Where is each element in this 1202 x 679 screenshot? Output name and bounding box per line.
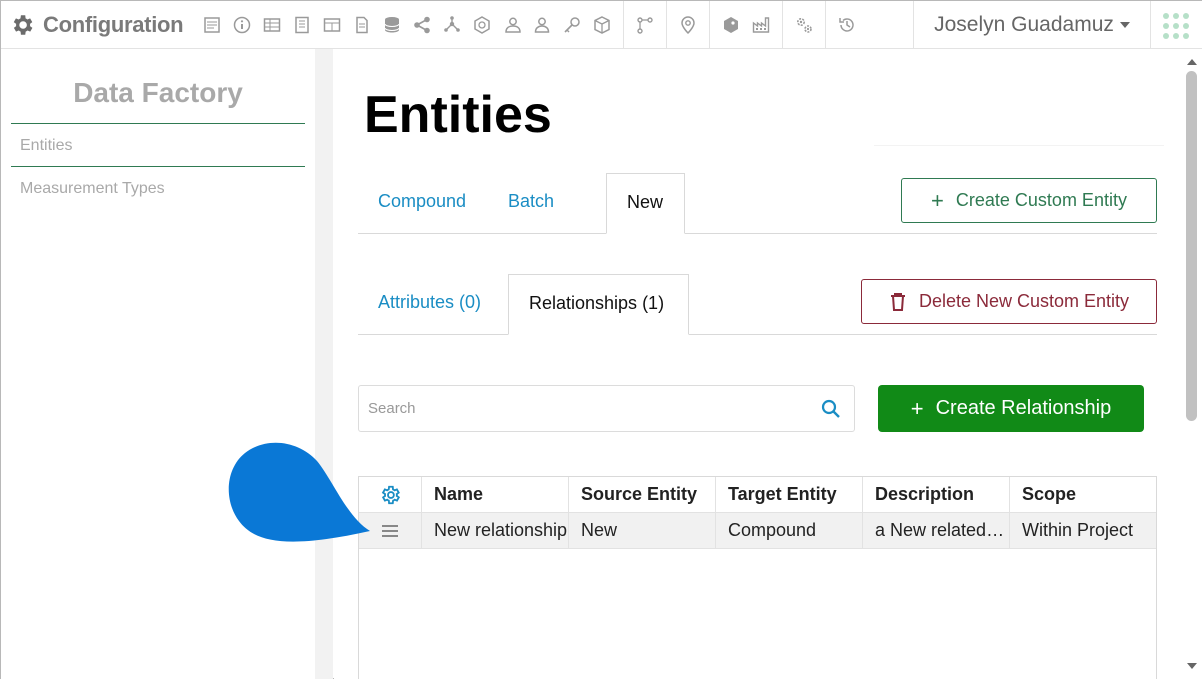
table-icon[interactable] [257, 10, 287, 40]
cube-icon[interactable] [587, 10, 617, 40]
plus-icon: + [931, 187, 944, 213]
toolbar [197, 0, 862, 49]
caret-down-icon [1119, 22, 1130, 28]
scroll-down-arrow[interactable] [1187, 663, 1197, 669]
sidebar-divider [315, 49, 333, 679]
search-input[interactable] [359, 386, 809, 431]
cell-scope: Within Project [1022, 520, 1134, 540]
table-header-row: Name Source Entity Target Entity Descrip… [359, 477, 1156, 513]
trash-icon [890, 292, 905, 311]
column-header-description[interactable]: Description [863, 477, 1010, 512]
app-title: Configuration [43, 11, 184, 37]
column-header-scope[interactable]: Scope [1010, 477, 1156, 512]
tab-attributes[interactable]: Attributes (0) [358, 274, 501, 335]
toolbar-separator [623, 0, 625, 49]
divider [874, 145, 1164, 146]
create-relationship-label: Create Relationship [935, 397, 1112, 419]
column-header-source-entity[interactable]: Source Entity [569, 477, 716, 512]
user-name: Joselyn Guadamuz [934, 13, 1114, 36]
search-icon[interactable] [820, 398, 842, 420]
network-icon[interactable] [437, 10, 467, 40]
vertical-scrollbar[interactable] [1182, 49, 1202, 679]
toolbar-separator [709, 0, 711, 49]
workflow-icon[interactable] [630, 10, 660, 40]
relationships-table: Name Source Entity Target Entity Descrip… [358, 476, 1157, 679]
document-icon[interactable] [347, 10, 377, 40]
tab-new[interactable]: New [606, 173, 685, 234]
user-group-icon[interactable] [497, 10, 527, 40]
search-box [358, 385, 855, 432]
user-icon[interactable] [527, 10, 557, 40]
main-content: Entities Compound Batch New + Create Cus… [334, 49, 1182, 679]
toolbar-separator [825, 0, 827, 49]
share-icon[interactable] [407, 10, 437, 40]
toolbar-separator [666, 0, 668, 49]
sidebar-item-entities[interactable]: Entities [11, 123, 305, 167]
pointer-marker-icon [228, 442, 370, 542]
info-icon[interactable] [227, 10, 257, 40]
key-icon[interactable] [557, 10, 587, 40]
cell-target-entity: Compound [716, 513, 863, 548]
tab-relationships[interactable]: Relationships (1) [508, 274, 689, 335]
scroll-up-arrow[interactable] [1187, 59, 1197, 65]
create-custom-entity-button[interactable]: + Create Custom Entity [901, 178, 1157, 223]
form-icon[interactable] [197, 10, 227, 40]
delete-custom-entity-label: Delete New Custom Entity [918, 291, 1130, 311]
sidebar: Data Factory Entities Measurement Types [1, 49, 333, 679]
column-header-target-entity[interactable]: Target Entity [716, 477, 863, 512]
create-custom-entity-label: Create Custom Entity [955, 190, 1127, 210]
settings-gears-icon[interactable] [789, 10, 819, 40]
app-brand[interactable]: Configuration [1, 1, 184, 49]
tab-batch[interactable]: Batch [488, 173, 574, 234]
database-icon[interactable] [377, 10, 407, 40]
top-bar: Configuration Joselyn Guadamuz [1, 0, 1202, 49]
plus-icon: + [910, 395, 924, 421]
factory-icon[interactable] [746, 10, 776, 40]
book-icon[interactable] [287, 10, 317, 40]
sidebar-item-measurement-types[interactable]: Measurement Types [11, 167, 305, 211]
create-relationship-button[interactable]: + Create Relationship [878, 385, 1144, 432]
gear-icon [13, 14, 33, 35]
gear-icon[interactable] [379, 484, 401, 506]
history-icon[interactable] [832, 10, 862, 40]
toolbar-separator [782, 0, 784, 49]
location-icon[interactable] [673, 10, 703, 40]
user-menu[interactable]: Joselyn Guadamuz [913, 1, 1151, 49]
grid-table-icon[interactable] [317, 10, 347, 40]
delete-custom-entity-button[interactable]: Delete New Custom Entity [861, 279, 1157, 324]
tag-icon[interactable] [716, 10, 746, 40]
cell-name[interactable]: New relationship [422, 513, 569, 548]
cell-description: a New related to a Compound [863, 513, 1010, 548]
compound-icon[interactable] [467, 10, 497, 40]
apps-grid-icon[interactable] [1163, 13, 1189, 39]
page-title: Entities [364, 86, 552, 144]
cell-source-entity: New [569, 513, 716, 548]
table-row[interactable]: New relationship New Compound a New rela… [359, 513, 1156, 549]
menu-icon[interactable] [382, 524, 398, 537]
tab-compound[interactable]: Compound [358, 173, 486, 234]
sidebar-nav: Entities Measurement Types [11, 123, 305, 211]
scroll-thumb[interactable] [1186, 71, 1197, 421]
column-header-name[interactable]: Name [422, 477, 569, 512]
sidebar-title: Data Factory [73, 77, 243, 108]
